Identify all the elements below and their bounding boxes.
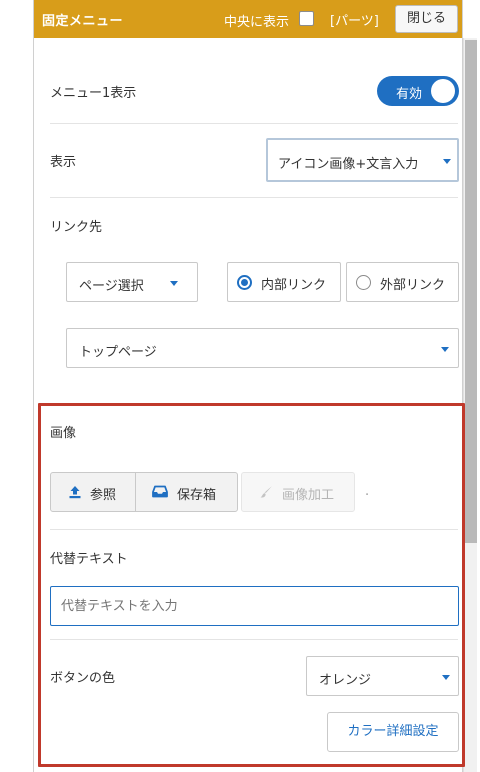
external-link-label: 外部リンク	[380, 278, 446, 293]
internal-link-radio[interactable]: 内部リンク	[227, 262, 341, 302]
display-type-select[interactable]: アイコン画像+文言入力	[266, 138, 459, 182]
menu1-toggle[interactable]: 有効	[377, 76, 459, 106]
panel-title: 固定メニュー	[42, 14, 124, 29]
divider	[50, 197, 458, 198]
radio-unselected-icon	[356, 275, 371, 290]
divider	[50, 123, 458, 124]
external-link-radio[interactable]: 外部リンク	[346, 262, 459, 302]
display-type-value: アイコン画像+文言入力	[278, 157, 419, 172]
highlight-frame	[38, 403, 465, 767]
internal-link-label: 内部リンク	[261, 278, 327, 293]
chevron-down-icon	[441, 347, 449, 352]
scrollbar[interactable]	[463, 38, 477, 772]
toggle-state-label: 有効	[396, 87, 423, 102]
radio-selected-icon	[237, 275, 252, 290]
display-label: 表示	[50, 155, 77, 170]
center-display-checkbox[interactable]	[299, 11, 314, 26]
page-select-value: ページ選択	[79, 279, 144, 294]
toggle-knob	[431, 79, 455, 103]
parts-link[interactable]: [パーツ]	[330, 10, 379, 29]
destination-page-select[interactable]: トップページ	[66, 328, 459, 368]
destination-page-value: トップページ	[79, 345, 157, 360]
page-select-dropdown[interactable]: ページ選択	[66, 262, 198, 302]
menu1-display-label: メニュー1表示	[50, 86, 137, 101]
chevron-down-icon	[170, 281, 178, 286]
close-button[interactable]: 閉じる	[395, 5, 458, 33]
panel-header: 固定メニュー 中央に表示 [パーツ] 閉じる	[34, 0, 462, 38]
link-destination-label: リンク先	[50, 220, 103, 235]
scrollbar-thumb[interactable]	[465, 40, 477, 543]
center-display-label: 中央に表示	[224, 15, 290, 30]
chevron-down-icon	[443, 159, 451, 164]
